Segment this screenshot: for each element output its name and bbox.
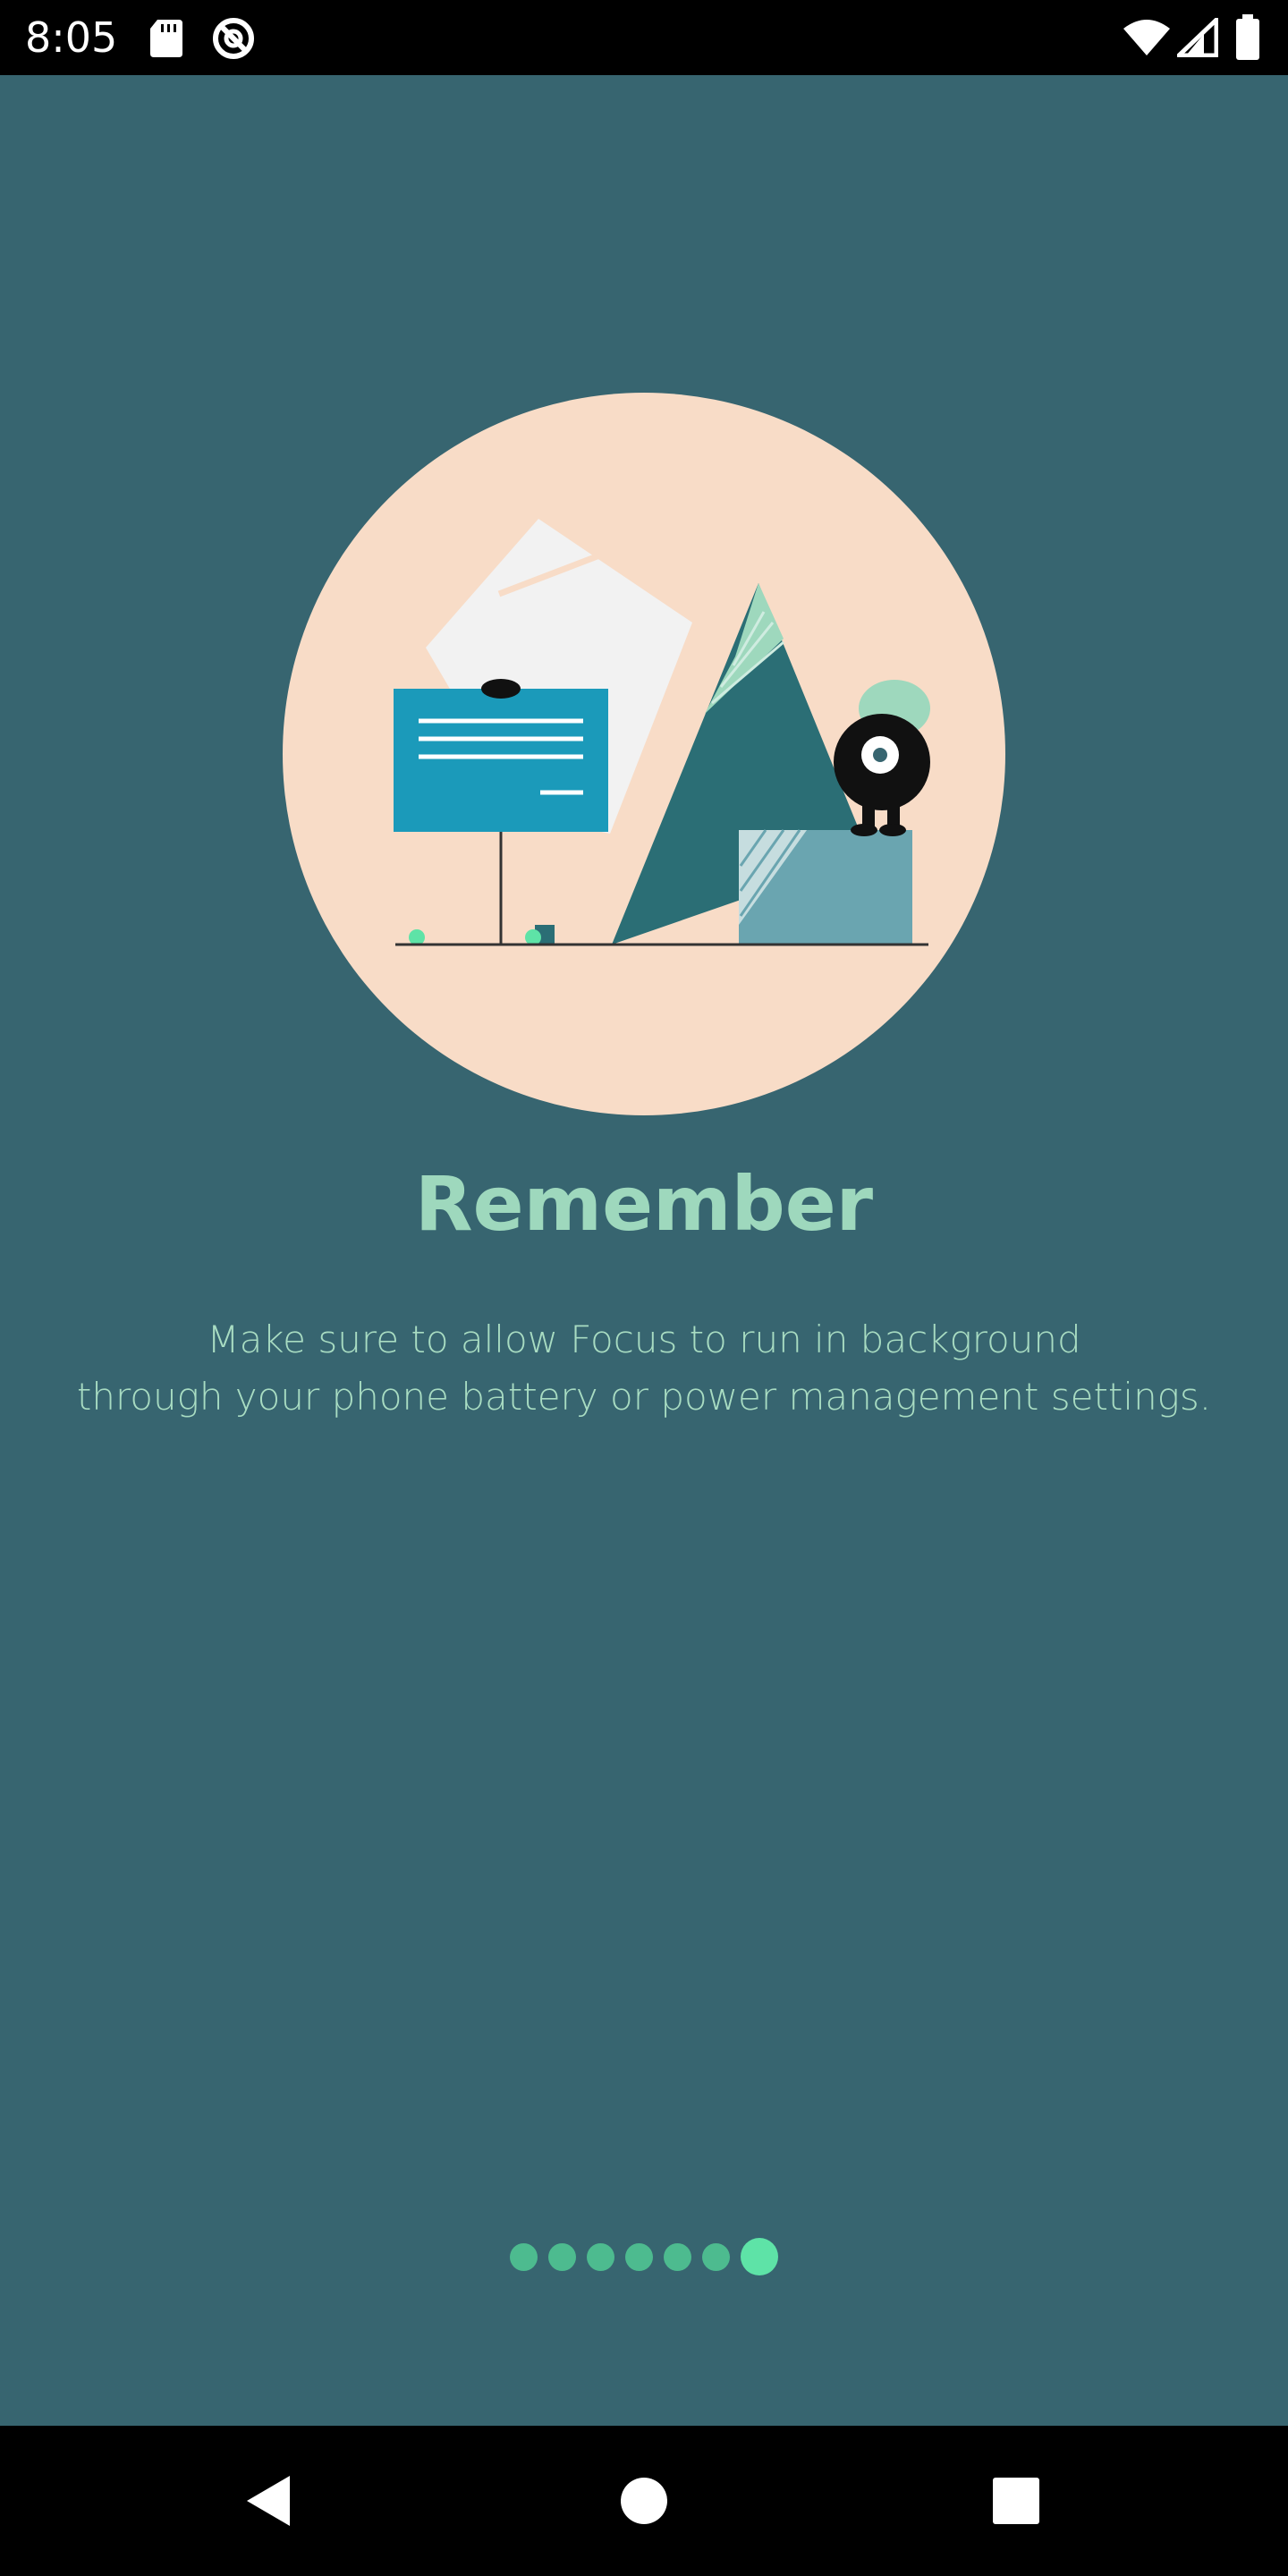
cell-signal-icon [1177,18,1218,57]
description-line-1: Make sure to allow Focus to run in backg… [207,1318,1081,1361]
no-disturb-icon [213,18,254,59]
recents-button[interactable] [927,2426,1106,2576]
onboarding-page[interactable]: Remember Make sure to allow Focus to run… [0,75,1288,2426]
page-indicator [0,2234,1288,2279]
page-dot-7-active[interactable] [741,2238,778,2275]
home-button[interactable] [555,2426,733,2576]
page-dot-6[interactable] [702,2242,730,2271]
back-button[interactable] [179,2426,358,2576]
page-title: Remember [414,1160,874,1248]
wifi-icon [1123,20,1170,55]
description-text: Make sure to allow Focus to run in backg… [0,1311,1288,1426]
recents-icon [993,2478,1039,2524]
page-dot-2[interactable] [548,2242,576,2271]
description-line-2: through your phone battery or power mana… [76,1375,1212,1419]
page-dot-1[interactable] [510,2242,538,2271]
home-icon [621,2478,667,2524]
page-dot-3[interactable] [587,2242,614,2271]
status-time: 8:05 [25,13,118,62]
onboarding-illustration [283,393,1005,1115]
back-icon [247,2476,290,2526]
status-bar: 8:05 [0,0,1288,75]
page-dot-5[interactable] [664,2242,691,2271]
battery-icon [1236,14,1259,60]
sd-card-icon [150,20,182,57]
page-dot-4[interactable] [625,2242,653,2271]
navigation-bar [0,2426,1288,2576]
